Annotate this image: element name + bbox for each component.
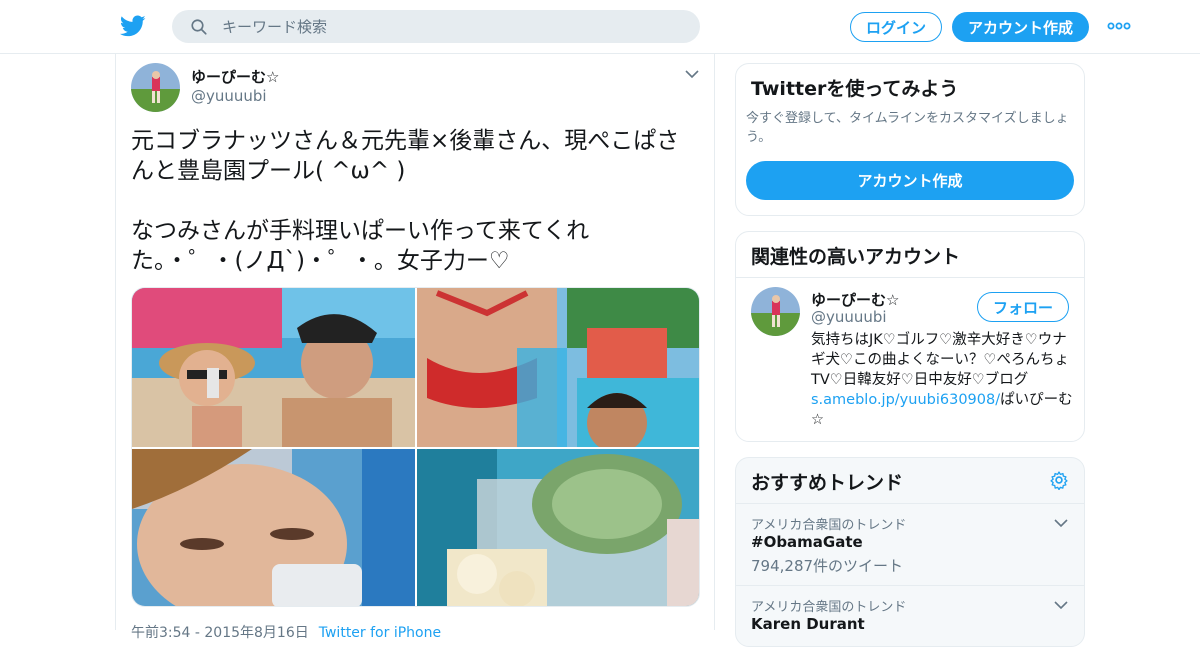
bio-text: 気持ちはJK♡ゴルフ♡激辛大好き♡ウナギ犬♡この曲よくなーい？♡ぺろんちょTV♡… [811, 332, 1069, 388]
trend-name[interactable]: Karen Durant [751, 615, 865, 633]
search-icon [191, 18, 207, 35]
signup-button[interactable]: アカウント作成 [952, 12, 1089, 42]
signup-promo-card: Twitterを使ってみよう 今すぐ登録して、タイムラインをカスタマイズしましょ… [735, 63, 1085, 216]
related-account-handle[interactable]: @yuuuubi [811, 308, 887, 326]
trend-name[interactable]: #ObamaGate [751, 533, 863, 551]
twitter-bird-icon[interactable] [120, 13, 146, 39]
promo-description: 今すぐ登録して、タイムラインをカスタマイズしましょう。 [746, 111, 1069, 145]
trends-title: おすすめトレンド [751, 472, 904, 494]
tweet-timestamp[interactable]: 午前3:54 - 2015年8月16日 [131, 625, 309, 641]
follow-button[interactable]: フォロー [977, 292, 1069, 322]
tweet-meta: 午前3:54 - 2015年8月16日 Twitter for iPhone [131, 622, 441, 642]
tweet-source-link[interactable]: Twitter for iPhone [319, 625, 441, 641]
divider [736, 277, 1084, 278]
login-button[interactable]: ログイン [850, 12, 942, 42]
search-input[interactable] [222, 17, 662, 36]
related-title: 関連性の高いアカウント [751, 246, 961, 268]
top-navigation-bar: ログイン アカウント作成 [0, 0, 1200, 54]
tweet-author-name[interactable]: ゆーぴーむ☆ [191, 66, 279, 87]
bio-link[interactable]: s.ameblo.jp/yuubi630908/ [811, 392, 1000, 408]
related-account-name[interactable]: ゆーぴーむ☆ [811, 289, 899, 310]
search-box[interactable] [172, 10, 700, 43]
tweet-photo-grid [131, 287, 700, 607]
tweet-text: 元コブラナッツさん＆元先輩×後輩さん、現ぺこぱさんと豊島園プール( ^ω^ ) … [131, 128, 680, 274]
tweet-photo-1[interactable] [132, 288, 415, 447]
trend-location: アメリカ合衆国のトレンド [751, 600, 907, 615]
gear-icon[interactable] [1049, 470, 1069, 490]
trend-item[interactable]: アメリカ合衆国のトレンド Karen Durant [736, 586, 1084, 646]
avatar[interactable] [131, 63, 180, 112]
promo-title: Twitterを使ってみよう [751, 78, 959, 100]
avatar[interactable] [751, 287, 800, 336]
tweet-author-handle[interactable]: @yuuuubi [191, 87, 267, 105]
trend-location: アメリカ合衆国のトレンド [751, 518, 907, 533]
trend-count: 794,287件のツイート [751, 557, 904, 575]
more-options-icon[interactable] [1106, 18, 1132, 34]
chevron-down-icon[interactable] [1054, 518, 1068, 528]
chevron-down-icon[interactable] [1054, 600, 1068, 610]
tweet-detail: ゆーぴーむ☆ @yuuuubi 元コブラナッツさん＆元先輩×後輩さん、現ぺこぱさ… [115, 54, 715, 641]
tweet-photo-3[interactable] [132, 449, 415, 607]
related-accounts-card: 関連性の高いアカウント ゆーぴーむ☆ @yuuuubi フォロー 気持ちはJK♡… [735, 231, 1085, 442]
promo-signup-button[interactable]: アカウント作成 [746, 161, 1074, 200]
tweet-photo-2[interactable] [417, 288, 700, 447]
trends-card: おすすめトレンド アメリカ合衆国のトレンド #ObamaGate 794,287… [735, 457, 1085, 647]
tweet-photo-4[interactable] [417, 449, 700, 607]
related-account-bio: 気持ちはJK♡ゴルフ♡激辛大好き♡ウナギ犬♡この曲よくなーい？♡ぺろんちょTV♡… [811, 330, 1076, 430]
chevron-down-icon[interactable] [684, 68, 700, 80]
trend-item[interactable]: アメリカ合衆国のトレンド #ObamaGate 794,287件のツイート [736, 504, 1084, 586]
